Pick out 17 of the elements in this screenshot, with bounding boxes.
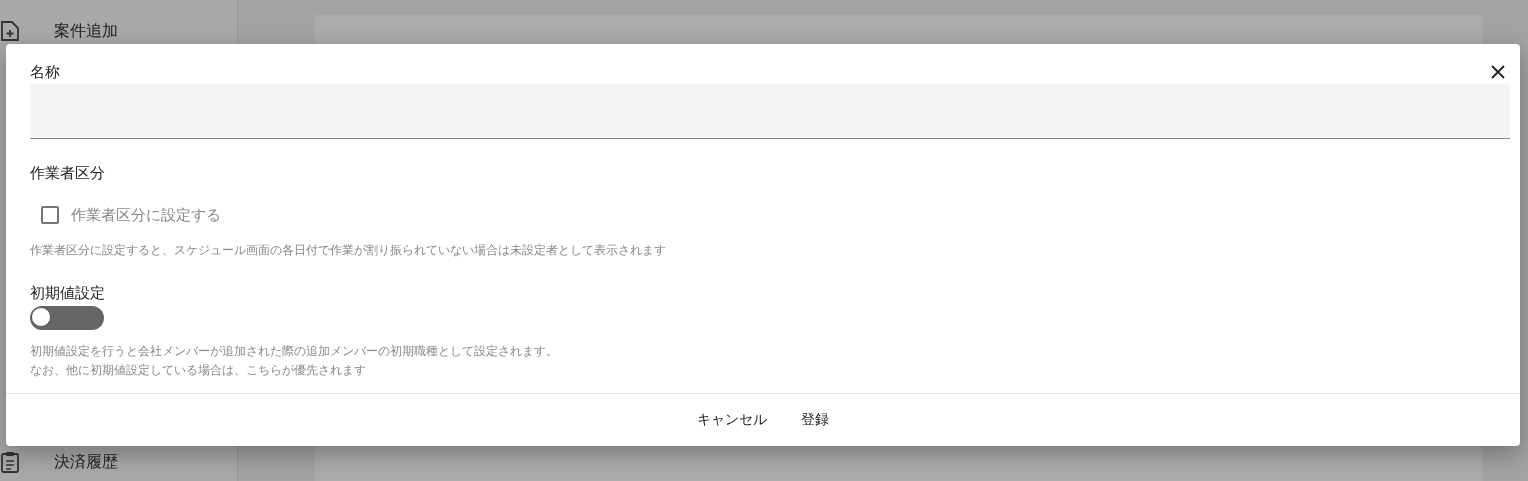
- section-label: 作業者区分: [30, 163, 106, 183]
- input-field[interactable]: [30, 84, 1510, 139]
- sidebar-item[interactable]: 案件追加: [54, 20, 118, 42]
- field-label: 名称: [30, 62, 60, 82]
- close-icon[interactable]: [1491, 65, 1505, 79]
- sidebar-item[interactable]: 決済履歴: [54, 451, 118, 473]
- register-button[interactable]: 登録: [791, 405, 839, 435]
- hint-text: 初期値設定を行うと会社メンバーが追加された際の追加メンバーの初期職種として設定されます。: [30, 343, 559, 360]
- toggle-switch[interactable]: [30, 306, 104, 330]
- checkbox-label: 作業者区分に設定する: [71, 205, 221, 225]
- checkbox[interactable]: [41, 206, 59, 224]
- section-label: 初期値設定: [30, 283, 106, 303]
- clipboard-icon: [0, 451, 20, 473]
- hint-text: 作業者区分に設定すると、スケジュール画面の各日付で作業が割り振られていない場合は未設定者として表示されます: [30, 242, 667, 259]
- hint-text: なお、他に初期値設定している場合は、こちらが優先されます: [30, 362, 367, 379]
- file-plus-icon: [0, 20, 20, 42]
- cancel-button[interactable]: キャンセル: [687, 405, 777, 435]
